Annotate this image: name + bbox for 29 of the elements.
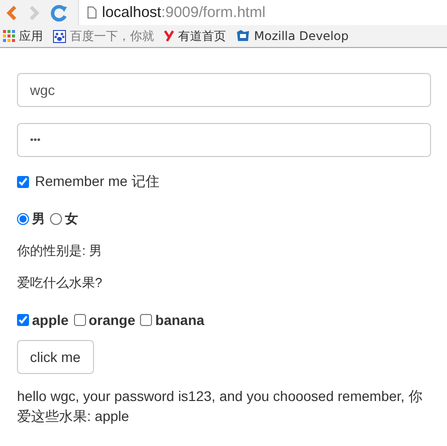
fruit-checkbox[interactable] [140,314,152,326]
fruit-label: banana [155,312,204,328]
fruit-checkbox[interactable] [17,314,29,326]
address-bar[interactable]: localhost:9009/form.html [78,0,447,25]
gender-label: 女 [65,211,78,228]
remember-label: Remember me 记住 [35,173,160,191]
bookmark-link[interactable]: 百度一下，你就 [70,28,154,44]
username-field[interactable]: wgc [17,73,431,107]
bookmark-link[interactable]: 有道首页 [178,28,226,44]
fruit-label: orange [88,312,136,328]
bookmark-link[interactable]: Mozilla Develop [254,29,349,43]
fruit-label: apple [32,312,69,328]
apps-icon[interactable] [3,30,15,42]
back-icon[interactable] [6,4,18,20]
gender-radio[interactable] [50,213,62,225]
fruit-question: 爱吃什么水果? [17,274,104,292]
fruit-checkbox[interactable] [74,314,86,326]
remember-checkbox[interactable] [17,176,29,188]
gender-radio[interactable] [17,213,29,225]
click-button[interactable]: click me [17,340,94,374]
bookmark-link[interactable]: 应用 [19,28,43,44]
page-icon [87,6,97,19]
gender-label: 男 [32,211,45,228]
paw-icon[interactable] [53,30,66,42]
password-field[interactable]: ••• [17,123,431,157]
url-text: localhost:9009/form.html [102,4,266,21]
result-text: hello wgc, your password is123, and you chooosed remember, 你爱这些水果: apple [17,387,424,426]
gender-text: 你的性别是: 男 [17,242,104,260]
reload-icon[interactable] [50,4,68,22]
